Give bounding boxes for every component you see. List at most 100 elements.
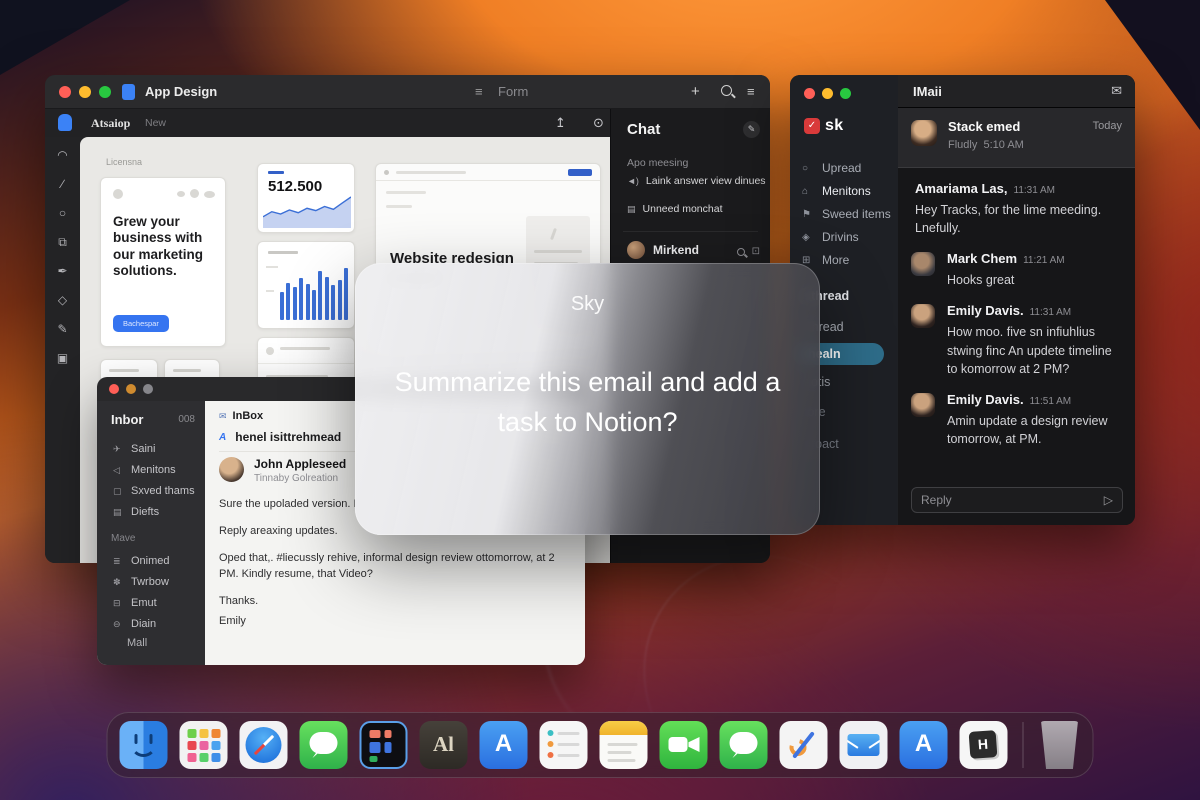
workspace-logo[interactable]: ✓ sk bbox=[804, 117, 843, 135]
tool-rail: ◠ ∕ ○ ⧉ ✒ ◇ ✎ ▣ bbox=[45, 137, 80, 563]
minimize-button[interactable] bbox=[79, 86, 91, 98]
trash-dock-icon[interactable] bbox=[1039, 721, 1081, 769]
reminders-dock-icon[interactable] bbox=[540, 721, 588, 769]
mail-sidebar-title[interactable]: Inbor bbox=[111, 412, 144, 427]
sidebar-item-sent[interactable]: ✈Saini bbox=[113, 443, 155, 455]
window-title: App Design bbox=[145, 84, 217, 99]
pencil-tool-icon[interactable]: ✎ bbox=[57, 323, 67, 335]
messages-2-dock-icon[interactable] bbox=[720, 721, 768, 769]
window-controls[interactable] bbox=[59, 86, 111, 98]
mail-dock-icon[interactable] bbox=[840, 721, 888, 769]
record-icon[interactable]: ⊙ bbox=[593, 115, 604, 131]
sidebar-item-mentions[interactable]: ◁Menitons bbox=[113, 464, 176, 476]
message[interactable]: Amariama Las,11:31 AM Hey Tracks, for th… bbox=[911, 180, 1125, 237]
sidebar-item-mentions[interactable]: ⌂Menitons bbox=[802, 184, 871, 198]
close-button[interactable] bbox=[59, 86, 71, 98]
logo-icon[interactable] bbox=[58, 114, 72, 131]
sidebar-item-drafts[interactable]: ◈Drivins bbox=[802, 230, 859, 244]
chat-contact[interactable]: Mirkend bbox=[627, 241, 699, 259]
avatar bbox=[627, 241, 645, 259]
sidebar-item-unread[interactable]: ○Upread bbox=[802, 161, 861, 175]
zoom-button[interactable] bbox=[99, 86, 111, 98]
box-icon: ⊟ bbox=[113, 598, 123, 609]
design-pen-dock-icon[interactable] bbox=[780, 721, 828, 769]
menu-icon[interactable]: ≡ bbox=[747, 84, 755, 99]
project-tiles-dock-icon[interactable] bbox=[360, 721, 408, 769]
reply-bar[interactable]: ▷ bbox=[911, 487, 1123, 513]
message[interactable]: Emily Davis.11:51 AM Amin update a desig… bbox=[911, 391, 1125, 448]
notebook-dock-icon[interactable]: H bbox=[960, 721, 1008, 769]
minimize-button[interactable] bbox=[822, 88, 833, 99]
imaii-window: ✓ sk ○Upread ⌂Menitons ⚑Sweed items ◈Dri… bbox=[790, 75, 1135, 525]
copy-tool-icon[interactable]: ⧉ bbox=[58, 236, 67, 248]
brush-tool-icon[interactable]: ✒ bbox=[57, 265, 67, 277]
mailbox-icon: ✉ bbox=[219, 411, 227, 422]
message[interactable]: Mark Chem11:21 AM Hooks great bbox=[911, 250, 1125, 289]
image-tool-icon[interactable]: ▣ bbox=[57, 352, 68, 364]
window-controls[interactable] bbox=[109, 384, 153, 394]
search-icon[interactable] bbox=[721, 85, 732, 96]
search-icon[interactable] bbox=[737, 248, 745, 256]
placeholder-line bbox=[386, 205, 412, 208]
sender-name: Mark Chem bbox=[947, 251, 1017, 266]
chat-item-voice[interactable]: ◄) Laink answer view dinues bbox=[627, 175, 766, 187]
sidebar-item-archived[interactable]: ≣Onimed bbox=[113, 555, 170, 567]
app-store-2-dock-icon[interactable]: A bbox=[900, 721, 948, 769]
pinned-thread[interactable]: Stack emed Today Fludly 5:10 AM bbox=[898, 108, 1135, 168]
message-time: 11:31 AM bbox=[1030, 307, 1072, 318]
reply-input[interactable] bbox=[921, 493, 1104, 507]
hero-card[interactable]: Grew your business with our marketing so… bbox=[100, 177, 226, 347]
card-icon: ▤ bbox=[627, 204, 636, 215]
hero-cta-button[interactable]: Bachespar bbox=[113, 315, 169, 332]
form-menu-label[interactable]: Form bbox=[498, 84, 528, 99]
sidebar-item-junk[interactable]: ✽Twrbow bbox=[113, 576, 169, 588]
design-titlebar[interactable]: App Design ≡ Form + ≡ bbox=[45, 75, 770, 109]
launchpad-dock-icon[interactable] bbox=[180, 721, 228, 769]
add-icon[interactable]: + bbox=[691, 83, 700, 100]
message-time: 11:51 AM bbox=[1030, 396, 1072, 407]
line-tool-icon[interactable]: ∕ bbox=[61, 178, 63, 190]
document-name[interactable]: Atsaiop bbox=[91, 116, 130, 131]
message[interactable]: Emily Davis.11:31 AM How moo. five sn in… bbox=[911, 302, 1125, 377]
sidebar-item-more[interactable]: ⊞More bbox=[802, 253, 849, 267]
sender-row[interactable]: John Appleseed Tinnaby Golreation bbox=[219, 457, 346, 484]
stat-card[interactable]: 512.500 bbox=[257, 163, 355, 233]
close-button[interactable] bbox=[804, 88, 815, 99]
finder-dock-icon[interactable] bbox=[120, 721, 168, 769]
sidebar-item-spam[interactable]: ⊖Diain bbox=[113, 618, 156, 630]
close-button[interactable] bbox=[109, 384, 119, 394]
ellipse-tool-icon[interactable]: ○ bbox=[59, 207, 66, 219]
sidebar-item-saved[interactable]: ⚑Sweed items bbox=[802, 207, 891, 221]
sidebar-item-saved[interactable]: ▢Sxved thams bbox=[113, 485, 195, 497]
eraser-tool-icon[interactable]: ◇ bbox=[58, 294, 67, 306]
chat-item-card[interactable]: ▤ Unneed monchat bbox=[627, 203, 723, 215]
compose-icon[interactable]: ✎ bbox=[743, 121, 760, 138]
mail-icon[interactable]: ✉ bbox=[1111, 83, 1122, 99]
notes-dock-icon[interactable] bbox=[600, 721, 648, 769]
app-store-dock-icon[interactable]: A bbox=[480, 721, 528, 769]
expand-icon[interactable]: ⊡ bbox=[752, 246, 760, 257]
minimize-button[interactable] bbox=[126, 384, 136, 394]
pinned-subtitle: Fludly 5:10 AM bbox=[948, 139, 1024, 151]
avatar bbox=[219, 457, 244, 482]
sidebar-item-trash[interactable]: ⊟Emut bbox=[113, 597, 157, 609]
list-icon[interactable]: ≡ bbox=[475, 84, 483, 99]
facetime-dock-icon[interactable] bbox=[660, 721, 708, 769]
assistant-overlay[interactable]: Sky Summarize this email and add a task … bbox=[355, 263, 820, 535]
safari-dock-icon[interactable] bbox=[240, 721, 288, 769]
email-paragraph: Thanks. bbox=[219, 594, 567, 610]
illustrator-dock-icon[interactable]: Al bbox=[420, 721, 468, 769]
messages-dock-icon[interactable] bbox=[300, 721, 348, 769]
arc-tool-icon[interactable]: ◠ bbox=[57, 149, 67, 161]
pinned-day: Today bbox=[1093, 120, 1122, 132]
send-icon[interactable]: ▷ bbox=[1104, 493, 1113, 507]
sidebar-footer-label[interactable]: Mall bbox=[127, 637, 147, 649]
window-controls[interactable] bbox=[804, 88, 851, 99]
stat-value: 512.500 bbox=[268, 178, 322, 195]
bar-chart-card[interactable] bbox=[257, 241, 355, 329]
zoom-button[interactable] bbox=[143, 384, 153, 394]
sender-name: John Appleseed bbox=[254, 457, 346, 471]
sidebar-item-drafts[interactable]: ▤Diefts bbox=[113, 506, 159, 518]
zoom-button[interactable] bbox=[840, 88, 851, 99]
share-icon[interactable]: ↥ bbox=[555, 115, 566, 131]
